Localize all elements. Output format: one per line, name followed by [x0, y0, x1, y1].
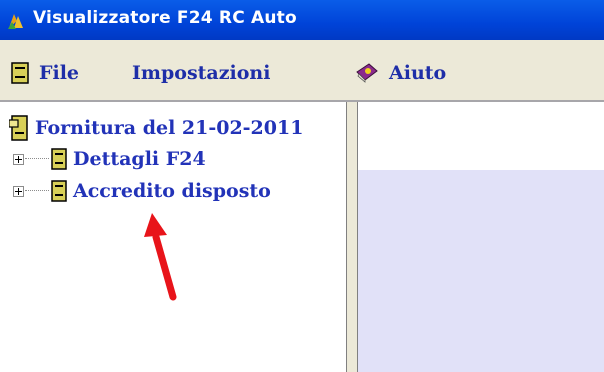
red-arrow-annotation	[144, 213, 177, 301]
menu-file-label: File	[39, 62, 80, 84]
cabinet-icon	[51, 180, 67, 202]
app-icon	[8, 14, 23, 29]
tree-item[interactable]: Dettagli F24	[13, 148, 206, 170]
tree-item-label: Accredito disposto	[73, 180, 271, 202]
menu-aiuto-label: Aiuto	[389, 62, 447, 84]
detail-band	[358, 170, 604, 372]
cabinet-open-icon	[9, 115, 28, 141]
cabinet-icon	[51, 148, 67, 170]
tree-root[interactable]: Fornitura del 21-02-2011	[9, 115, 303, 141]
tree-root-label: Fornitura del 21-02-2011	[35, 117, 304, 139]
menu-file[interactable]: File	[11, 61, 79, 85]
menu-impostazioni-label: Impostazioni	[132, 62, 271, 84]
tree-item[interactable]: Accredito disposto	[13, 180, 271, 202]
tree-connector	[25, 190, 49, 192]
detail-pane	[358, 102, 604, 372]
menu-aiuto[interactable]: Aiuto	[355, 61, 446, 85]
cabinet-icon	[11, 62, 29, 84]
expand-icon[interactable]	[13, 185, 24, 197]
title-bar: Visualizzatore F24 RC Auto	[0, 0, 604, 40]
pane-splitter[interactable]	[346, 102, 358, 372]
window-title: Visualizzatore F24 RC Auto	[33, 8, 297, 28]
menu-impostazioni[interactable]: Impostazioni	[132, 61, 270, 85]
tree-item-label: Dettagli F24	[73, 148, 206, 170]
help-book-icon	[356, 63, 378, 83]
menu-bar: File Impostazioni Aiuto	[0, 40, 604, 100]
expand-icon[interactable]	[13, 153, 24, 165]
tree-connector	[25, 158, 49, 160]
